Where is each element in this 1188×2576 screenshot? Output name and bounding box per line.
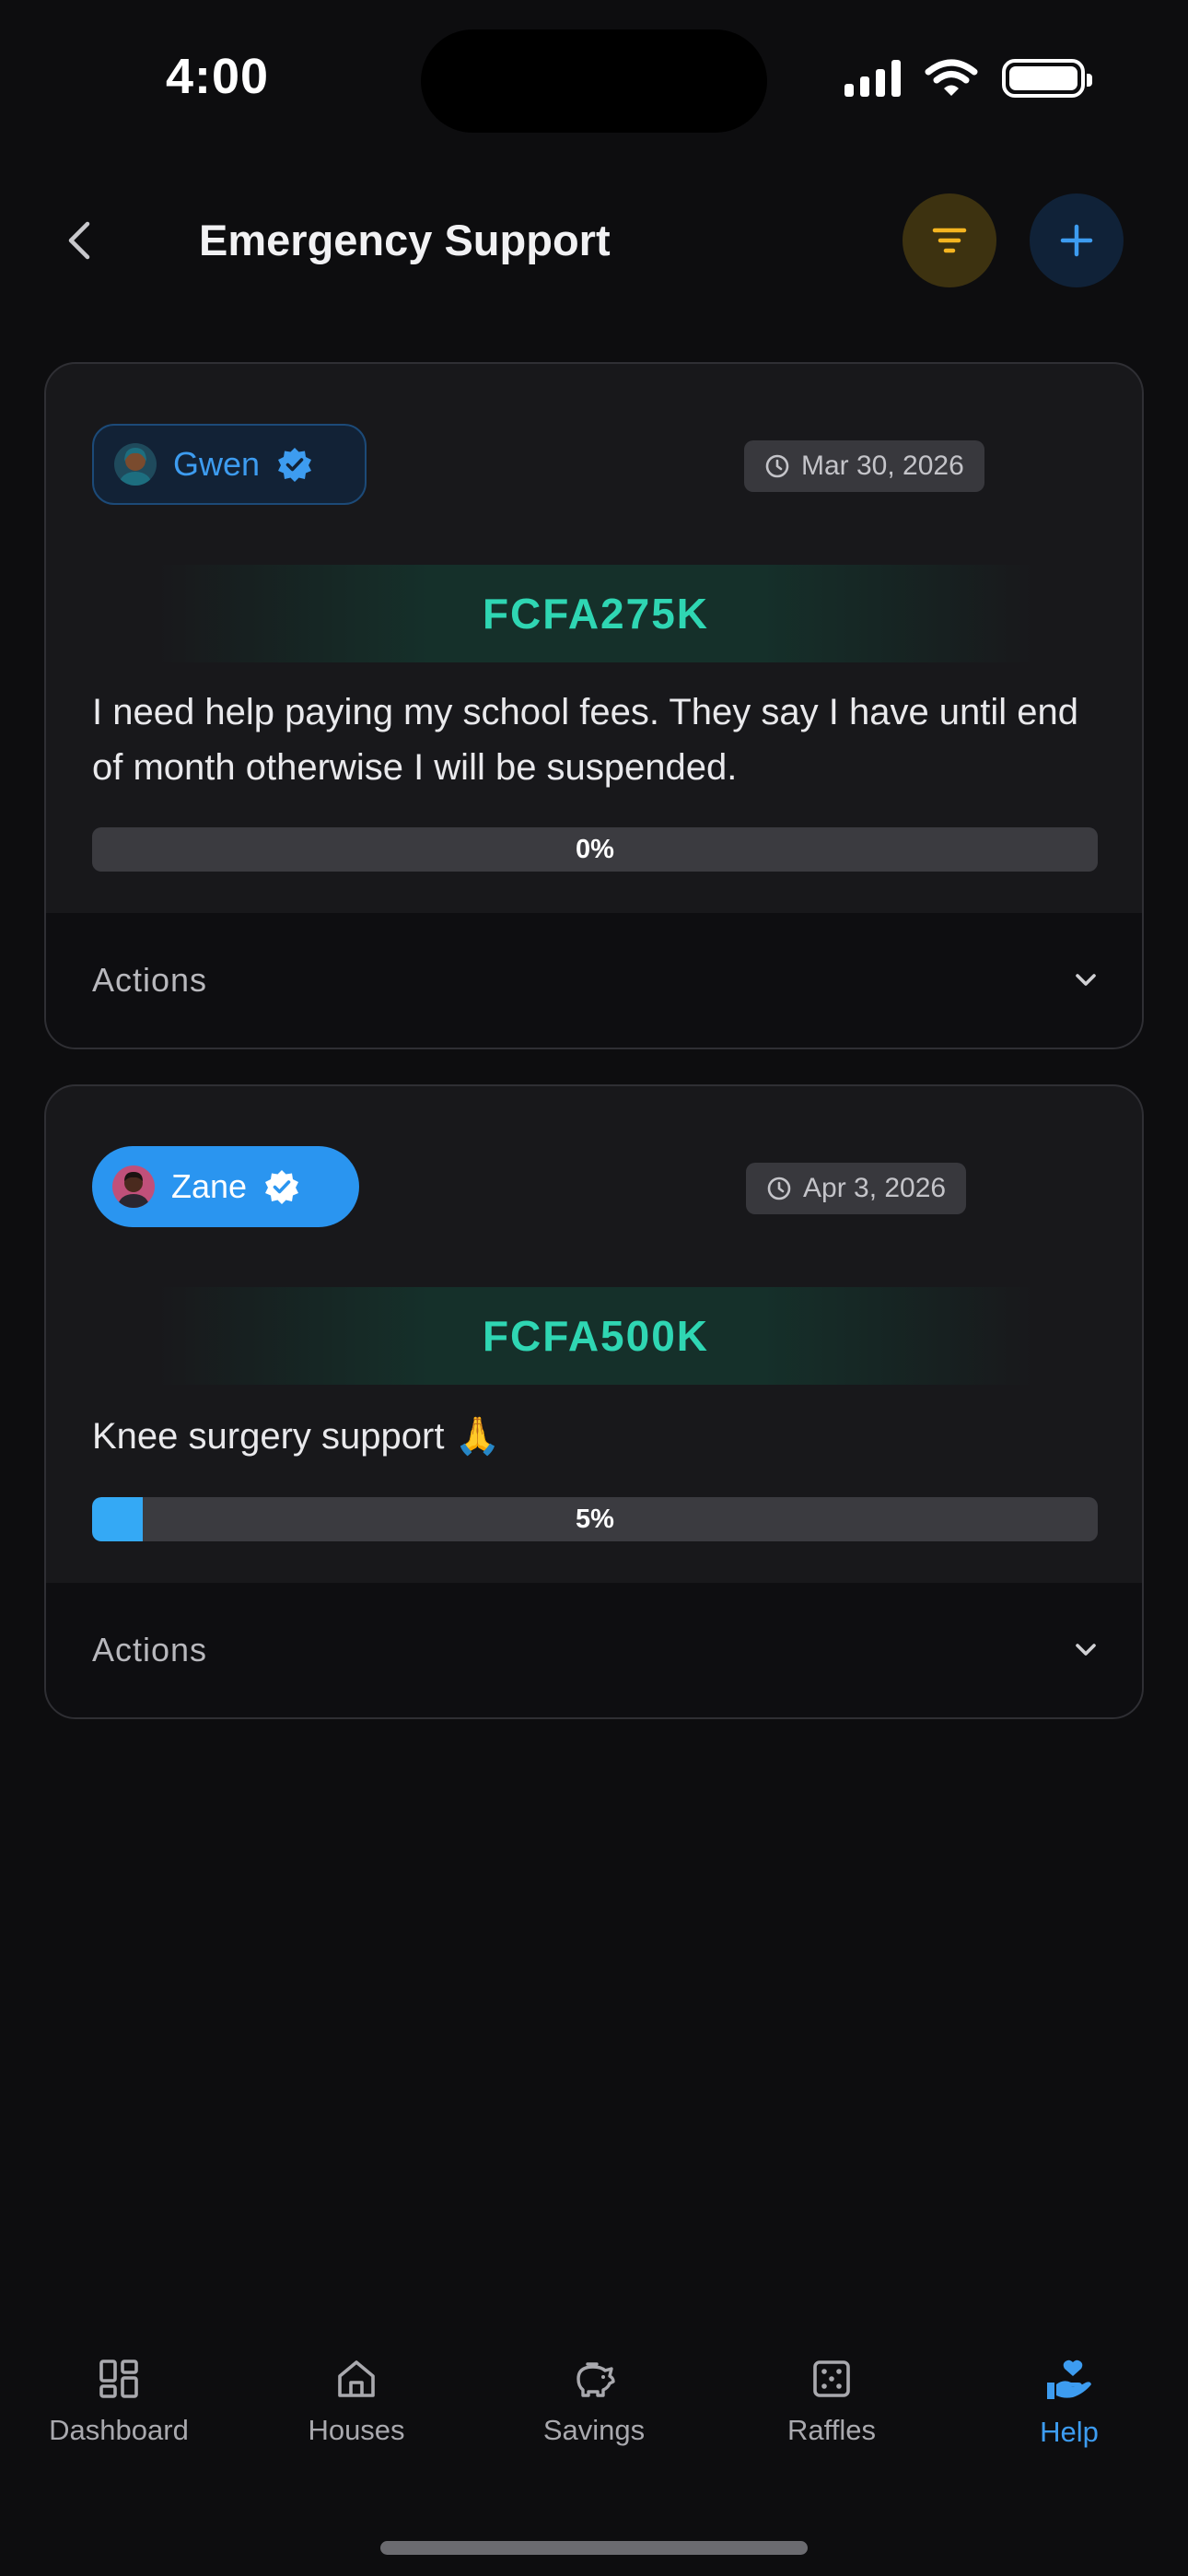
user-name: Gwen [173,445,261,483]
request-card: Zane Apr 3, 2026 FCFA500K Knee surgery s… [44,1084,1144,1719]
status-icons [844,59,1092,98]
actions-dropdown[interactable]: Actions [46,1583,1142,1717]
battery-icon [1002,59,1092,98]
bottom-tab-bar: Dashboard Houses Savings Raffles Help [0,2340,1188,2478]
page-title: Emergency Support [199,216,611,264]
chevron-down-icon [1076,974,1096,986]
chevron-left-icon [68,221,90,260]
dice-icon [813,2360,850,2397]
actions-label: Actions [92,1631,208,1669]
request-card: Gwen Mar 30, 2026 FCFA275K I need help p… [44,362,1144,1049]
back-button[interactable] [53,215,105,266]
piggy-bank-icon [577,2362,615,2397]
progress-label: 5% [576,1504,614,1534]
tab-dashboard[interactable]: Dashboard [0,2340,238,2478]
amount-banner: FCFA500K [46,1287,1142,1385]
user-pill[interactable]: Gwen [92,424,367,505]
chevron-down-icon [1076,1644,1096,1656]
tab-label: Savings [542,2414,646,2446]
emergency-support-screen: 4:00 Emergency Support Gwen Mar 30, 2026… [0,0,1188,2576]
progress-bar: 5% [92,1497,1098,1541]
tab-savings[interactable]: Savings [475,2340,713,2478]
avatar [112,1165,155,1208]
amount-banner: FCFA275K [46,565,1142,662]
verified-badge-icon [278,448,312,482]
house-icon [338,2360,375,2397]
actions-label: Actions [92,961,208,999]
date-chip: Apr 3, 2026 [746,1163,967,1214]
plus-icon [1060,224,1093,257]
tab-label: Houses [308,2414,405,2446]
actions-dropdown[interactable]: Actions [46,913,1142,1048]
home-indicator [380,2541,808,2555]
tab-help[interactable]: Help [950,2340,1188,2478]
tab-label: Raffles [787,2414,876,2446]
request-date: Mar 30, 2026 [801,451,964,481]
avatar [114,443,157,486]
request-amount: FCFA500K [482,1312,710,1360]
tab-houses[interactable]: Houses [238,2340,475,2478]
user-pill[interactable]: Zane [92,1146,359,1227]
helping-hand-heart-icon [1047,2359,1091,2399]
wifi-icon [925,59,978,96]
filter-icon [932,228,967,253]
date-chip: Mar 30, 2026 [744,440,984,492]
header: Emergency Support [0,189,1188,295]
add-request-button[interactable] [1030,193,1124,287]
tab-label: Help [1040,2416,1099,2448]
dynamic-island [421,29,767,133]
progress-bar: 0% [92,827,1098,872]
request-amount: FCFA275K [482,590,710,638]
verified-badge-icon [265,1170,299,1204]
clock-icon [767,1177,791,1200]
tab-label: Dashboard [49,2414,189,2446]
request-date: Apr 3, 2026 [803,1173,947,1203]
tab-raffles[interactable]: Raffles [713,2340,950,2478]
dashboard-icon [99,2359,138,2398]
clock-icon [765,454,789,478]
request-description: I need help paying my school fees. They … [92,692,1079,788]
user-name: Zane [171,1167,248,1205]
status-bar: 4:00 [0,0,1188,157]
progress-label: 0% [576,834,614,864]
request-description: Knee surgery support 🙏 [92,1416,501,1457]
status-time: 4:00 [166,49,270,104]
filter-button[interactable] [903,193,996,287]
cellular-signal-icon [844,60,901,97]
